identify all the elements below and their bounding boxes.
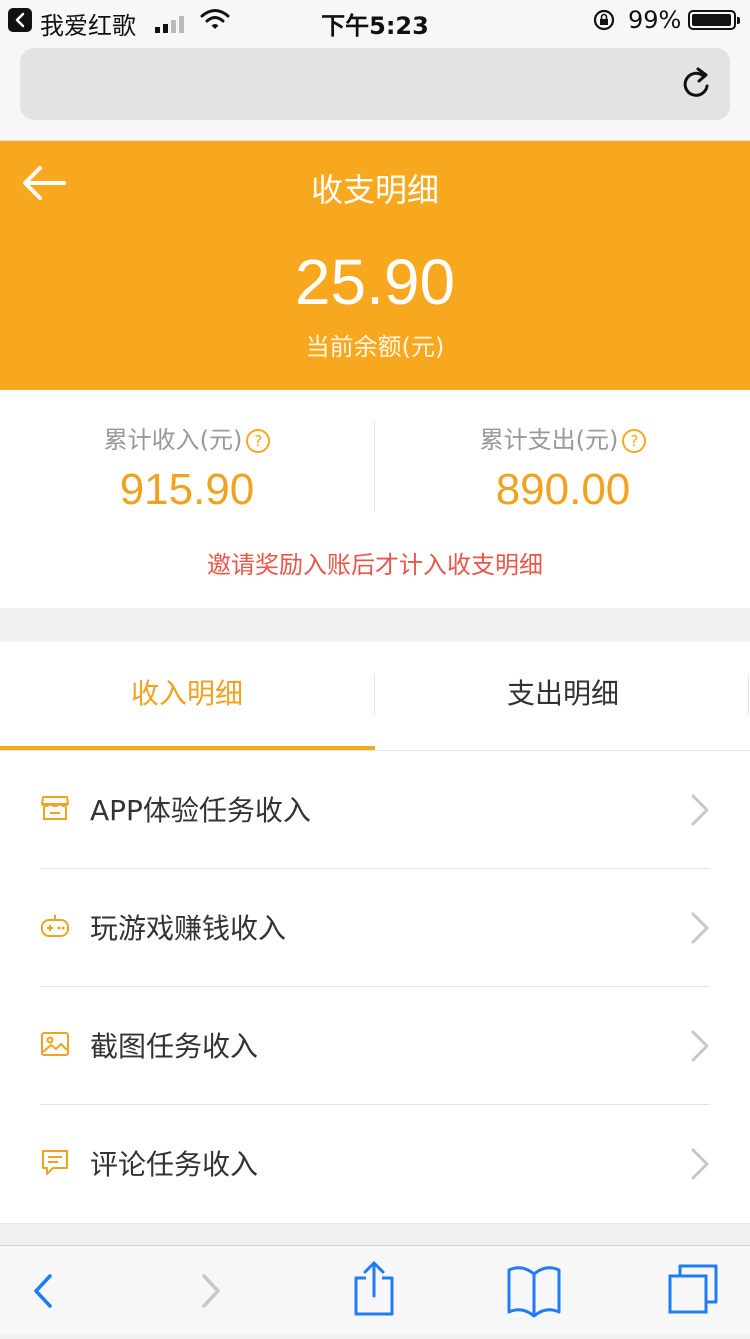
image-icon: [40, 1031, 70, 1061]
total-expense-label: 累计支出(元): [479, 426, 619, 454]
income-list: APP体验任务收入 玩游戏赚钱收入 截图任务收入 评论任务收入: [0, 751, 750, 1224]
total-expense: 累计支出(元)? 890.00: [376, 420, 750, 515]
status-bar: 我爱红歌 下午5:23 99%: [0, 0, 750, 40]
total-income-label: 累计收入(元): [103, 426, 243, 454]
tabs-icon[interactable]: [666, 1246, 722, 1335]
current-balance-value: 25.90: [294, 246, 456, 318]
list-item-label: 玩游戏赚钱收入: [90, 912, 287, 945]
browser-toolbar: [0, 1245, 750, 1335]
browser-forward-icon[interactable]: [196, 1246, 226, 1335]
share-icon[interactable]: [352, 1246, 396, 1335]
store-icon: [40, 795, 70, 825]
income-expense-summary: 累计收入(元)? 915.90 累计支出(元)? 890.00 邀请奖励入账后才…: [0, 390, 750, 608]
list-item-label: APP体验任务收入: [90, 794, 311, 827]
balance-header: 收支明细 25.90 当前余额(元): [0, 141, 750, 390]
chevron-right-icon: [690, 793, 710, 831]
chevron-right-icon: [690, 911, 710, 949]
list-item-label: 评论任务收入: [90, 1148, 259, 1181]
total-income-value: 915.90: [119, 465, 255, 514]
list-item[interactable]: 评论任务收入: [0, 1105, 750, 1223]
total-expense-value: 890.00: [495, 465, 631, 514]
browser-address-area: [0, 40, 750, 141]
page-title: 收支明细: [310, 171, 439, 209]
gamepad-icon: [40, 913, 70, 943]
divider: [748, 674, 749, 716]
comment-icon: [40, 1149, 70, 1181]
battery-percent: 99%: [628, 6, 682, 34]
list-item[interactable]: APP体验任务收入: [0, 751, 750, 869]
list-item[interactable]: 玩游戏赚钱收入: [0, 869, 750, 987]
reload-icon[interactable]: [680, 66, 714, 106]
browser-back-icon[interactable]: [28, 1246, 58, 1335]
help-icon[interactable]: ?: [622, 429, 647, 453]
current-balance-label: 当前余额(元): [305, 333, 445, 361]
address-bar[interactable]: [20, 48, 730, 120]
detail-tabs: 收入明细 支出明细: [0, 642, 750, 751]
rotation-lock-icon: [592, 8, 616, 38]
notice-text: 邀请奖励入账后才计入收支明细: [207, 551, 543, 579]
tab-expense[interactable]: 支出明细: [376, 642, 750, 750]
list-item[interactable]: 截图任务收入: [0, 987, 750, 1105]
total-income: 累计收入(元)? 915.90: [0, 420, 374, 515]
divider: [374, 420, 375, 512]
tab-income[interactable]: 收入明细: [0, 642, 375, 750]
list-item-label: 截图任务收入: [90, 1030, 259, 1063]
chevron-right-icon: [690, 1029, 710, 1067]
bookmarks-icon[interactable]: [506, 1246, 562, 1335]
chevron-right-icon: [690, 1147, 710, 1185]
battery-icon: [688, 10, 740, 30]
help-icon[interactable]: ?: [246, 429, 271, 453]
divider: [374, 674, 375, 716]
